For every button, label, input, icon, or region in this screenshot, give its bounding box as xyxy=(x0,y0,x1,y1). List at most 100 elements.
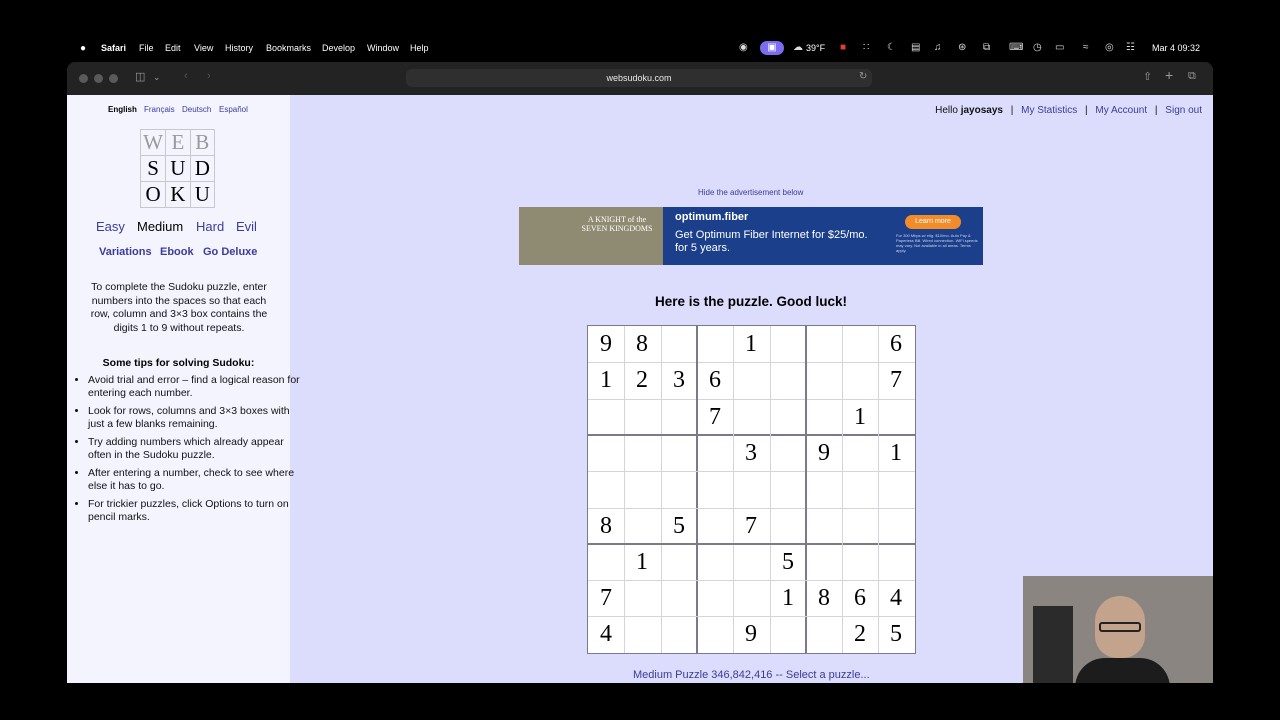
sudoku-input-cell[interactable] xyxy=(806,362,842,398)
lang-german[interactable]: Deutsch xyxy=(182,105,211,114)
apple-icon[interactable]: ● xyxy=(80,43,86,54)
menu-view[interactable]: View xyxy=(194,43,213,53)
go-deluxe-link[interactable]: Go Deluxe xyxy=(203,246,257,258)
menu-file[interactable]: File xyxy=(139,43,154,53)
sudoku-input-cell[interactable] xyxy=(697,326,733,362)
sudoku-input-cell[interactable] xyxy=(697,508,733,544)
sudoku-input-cell[interactable] xyxy=(624,508,660,544)
menu-help[interactable]: Help xyxy=(410,43,429,53)
sudoku-input-cell[interactable] xyxy=(770,326,806,362)
grid-icon[interactable]: ∷ xyxy=(863,42,869,53)
sudoku-input-cell[interactable] xyxy=(770,399,806,435)
sudoku-input-cell[interactable] xyxy=(624,471,660,507)
sudoku-input-cell[interactable] xyxy=(842,508,878,544)
card-icon[interactable]: ▤ xyxy=(911,42,920,53)
close-window-button[interactable] xyxy=(79,74,88,83)
my-statistics-link[interactable]: My Statistics xyxy=(1021,105,1077,116)
sudoku-input-cell[interactable] xyxy=(770,362,806,398)
difficulty-easy-link[interactable]: Easy xyxy=(96,219,125,234)
siri-icon[interactable]: ◎ xyxy=(1105,42,1114,53)
puzzle-footer-link[interactable]: Medium Puzzle 346,842,416 -- Select a pu… xyxy=(633,669,870,681)
weather-temp[interactable]: 39°F xyxy=(806,43,825,53)
sign-out-link[interactable]: Sign out xyxy=(1165,105,1202,116)
sudoku-input-cell[interactable] xyxy=(697,544,733,580)
chevron-down-icon[interactable]: ⌄ xyxy=(153,72,161,83)
moon-icon[interactable]: ☾ xyxy=(887,42,896,53)
back-icon[interactable]: ‹ xyxy=(184,70,188,82)
sudoku-input-cell[interactable] xyxy=(842,326,878,362)
sudoku-input-cell[interactable] xyxy=(588,435,624,471)
share-icon[interactable]: ⇧ xyxy=(1143,70,1152,83)
address-bar[interactable]: websudoku.com xyxy=(406,69,872,87)
sudoku-input-cell[interactable] xyxy=(697,580,733,616)
sudoku-input-cell[interactable] xyxy=(697,616,733,652)
difficulty-hard-link[interactable]: Hard xyxy=(196,219,224,234)
sudoku-input-cell[interactable] xyxy=(770,616,806,652)
menu-develop[interactable]: Develop xyxy=(322,43,355,53)
menu-edit[interactable]: Edit xyxy=(165,43,181,53)
sudoku-input-cell[interactable] xyxy=(770,435,806,471)
sudoku-input-cell[interactable] xyxy=(806,508,842,544)
sudoku-input-cell[interactable] xyxy=(624,616,660,652)
sudoku-input-cell[interactable] xyxy=(661,435,697,471)
control-center-icon[interactable]: ☷ xyxy=(1126,42,1135,53)
clock-icon[interactable]: ◷ xyxy=(1033,42,1042,53)
sudoku-input-cell[interactable] xyxy=(624,399,660,435)
menu-bookmarks[interactable]: Bookmarks xyxy=(266,43,311,53)
ad-learn-more-button[interactable]: Learn more xyxy=(905,215,961,229)
sudoku-input-cell[interactable] xyxy=(878,399,914,435)
lang-spanish[interactable]: Español xyxy=(219,105,248,114)
sudoku-input-cell[interactable] xyxy=(661,616,697,652)
tab-overview-icon[interactable]: ⧉ xyxy=(1188,70,1196,83)
sudoku-input-cell[interactable] xyxy=(806,544,842,580)
hide-ad-link[interactable]: Hide the advertisement below xyxy=(698,188,803,197)
sudoku-input-cell[interactable] xyxy=(661,471,697,507)
sudoku-input-cell[interactable] xyxy=(878,508,914,544)
sudoku-input-cell[interactable] xyxy=(697,435,733,471)
sudoku-input-cell[interactable] xyxy=(842,471,878,507)
window-icon[interactable]: ⧉ xyxy=(983,42,990,53)
keyboard-icon[interactable]: ⌨ xyxy=(1009,42,1023,53)
sudoku-input-cell[interactable] xyxy=(878,471,914,507)
lang-french[interactable]: Français xyxy=(144,105,175,114)
difficulty-evil-link[interactable]: Evil xyxy=(236,219,257,234)
sudoku-input-cell[interactable] xyxy=(770,471,806,507)
my-account-link[interactable]: My Account xyxy=(1095,105,1147,116)
sudoku-input-cell[interactable] xyxy=(588,471,624,507)
sudoku-input-cell[interactable] xyxy=(733,399,769,435)
variations-link[interactable]: Variations xyxy=(99,246,152,258)
menu-datetime[interactable]: Mar 4 09:32 xyxy=(1152,43,1200,53)
wifi-icon[interactable]: ≈ xyxy=(1083,42,1089,53)
sudoku-input-cell[interactable] xyxy=(588,544,624,580)
reload-icon[interactable]: ↻ xyxy=(859,71,867,82)
menu-window[interactable]: Window xyxy=(367,43,399,53)
sudoku-input-cell[interactable] xyxy=(733,544,769,580)
battery-icon[interactable]: ▭ xyxy=(1055,42,1064,53)
sudoku-input-cell[interactable] xyxy=(770,508,806,544)
lang-english[interactable]: English xyxy=(108,105,137,114)
sudoku-input-cell[interactable] xyxy=(661,326,697,362)
sudoku-input-cell[interactable] xyxy=(588,399,624,435)
volume-icon[interactable]: ♫ xyxy=(934,42,942,53)
sudoku-input-cell[interactable] xyxy=(661,544,697,580)
menu-history[interactable]: History xyxy=(225,43,253,53)
advertisement-banner[interactable]: A KNIGHT of the SEVEN KINGDOMS optimum.f… xyxy=(519,207,983,265)
sudoku-input-cell[interactable] xyxy=(878,544,914,580)
forward-icon[interactable]: › xyxy=(207,70,211,82)
sudoku-input-cell[interactable] xyxy=(806,399,842,435)
sudoku-input-cell[interactable] xyxy=(806,471,842,507)
zoom-window-button[interactable] xyxy=(109,74,118,83)
sudoku-input-cell[interactable] xyxy=(624,580,660,616)
sudoku-input-cell[interactable] xyxy=(842,362,878,398)
sudoku-input-cell[interactable] xyxy=(697,471,733,507)
sudoku-input-cell[interactable] xyxy=(733,580,769,616)
sudoku-input-cell[interactable] xyxy=(624,435,660,471)
sudoku-input-cell[interactable] xyxy=(661,399,697,435)
sudoku-input-cell[interactable] xyxy=(842,435,878,471)
sudoku-input-cell[interactable] xyxy=(733,362,769,398)
sudoku-input-cell[interactable] xyxy=(806,326,842,362)
new-tab-icon[interactable]: + xyxy=(1165,67,1173,83)
minimize-window-button[interactable] xyxy=(94,74,103,83)
ebook-link[interactable]: Ebook xyxy=(160,246,194,258)
status-icon[interactable]: ◉ xyxy=(739,42,748,53)
